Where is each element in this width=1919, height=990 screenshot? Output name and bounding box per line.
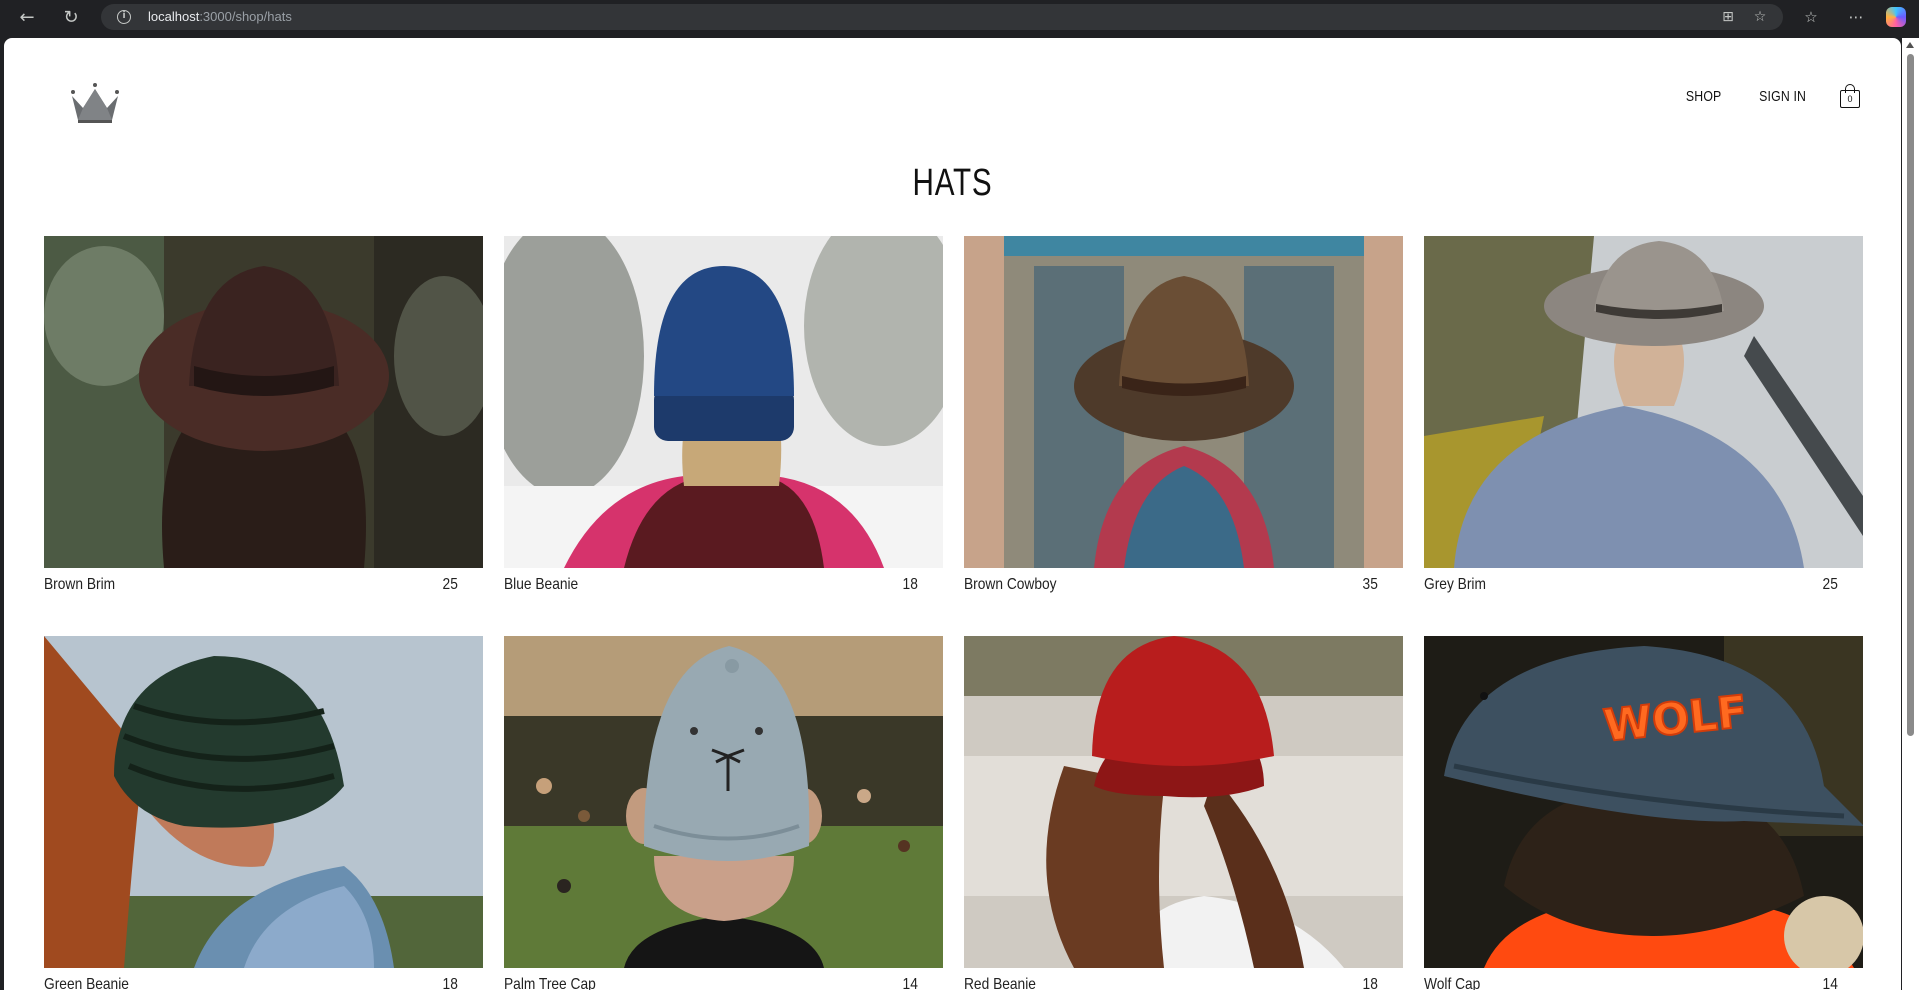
cart-count: 0 <box>1847 94 1853 104</box>
product-image[interactable] <box>504 636 943 968</box>
shopping-bag-icon[interactable]: 0 <box>1839 83 1861 109</box>
product-card[interactable]: Brown Brim 25 <box>44 236 483 616</box>
product-image[interactable] <box>44 636 483 968</box>
product-image[interactable]: WOLF <box>1424 636 1863 968</box>
copilot-icon[interactable] <box>1886 7 1906 27</box>
product-name: Green Beanie <box>44 976 129 990</box>
product-image[interactable] <box>964 236 1403 568</box>
product-name: Red Beanie <box>964 976 1036 990</box>
scroll-up-arrow-icon[interactable] <box>1906 42 1914 48</box>
nav-sign-in-link[interactable]: SIGN IN <box>1759 88 1806 105</box>
reload-icon[interactable]: ↻ <box>58 5 84 29</box>
product-price: 14 <box>902 976 919 990</box>
product-price: 35 <box>1362 576 1379 593</box>
product-price: 14 <box>1822 976 1839 990</box>
product-name: Wolf Cap <box>1424 976 1481 990</box>
product-name: Brown Cowboy <box>964 576 1057 593</box>
product-image[interactable] <box>964 636 1403 968</box>
address-bar[interactable]: i localhost:3000/shop/hats ⊞ ☆ <box>101 4 1783 30</box>
url-text[interactable]: localhost:3000/shop/hats <box>148 9 292 24</box>
product-card[interactable]: Palm Tree Cap 14 <box>504 636 943 990</box>
product-card[interactable]: Brown Cowboy 35 <box>964 236 1403 616</box>
product-name: Grey Brim <box>1424 576 1486 593</box>
app-available-icon[interactable]: ⊞ <box>1719 8 1737 26</box>
page-title: HATS <box>912 162 993 204</box>
product-image[interactable] <box>44 236 483 568</box>
product-image[interactable] <box>1424 236 1863 568</box>
site-info-icon[interactable]: i <box>117 10 131 24</box>
product-price: 18 <box>902 576 919 593</box>
product-card[interactable]: WOLF Wolf Cap 14 <box>1424 636 1863 990</box>
page-viewport: SHOP SIGN IN 0 HATS Brown Brim 25 Blue B… <box>4 38 1901 990</box>
product-card[interactable]: Red Beanie 18 <box>964 636 1403 990</box>
page-scrollbar[interactable] <box>1902 38 1919 990</box>
product-name: Brown Brim <box>44 576 116 593</box>
product-price: 18 <box>1362 976 1379 990</box>
product-grid: Brown Brim 25 Blue Beanie 18 Brown Cowbo… <box>44 236 1864 990</box>
product-card[interactable]: Grey Brim 25 <box>1424 236 1863 616</box>
product-price: 18 <box>442 976 459 990</box>
favorites-icon[interactable]: ☆ <box>1801 7 1821 27</box>
crown-logo-icon[interactable] <box>68 82 122 128</box>
product-card[interactable]: Blue Beanie 18 <box>504 236 943 616</box>
back-arrow-icon[interactable]: ← <box>14 5 40 29</box>
main-nav: SHOP SIGN IN 0 <box>1682 82 1861 110</box>
more-options-icon[interactable]: ⋯ <box>1846 7 1866 27</box>
product-image[interactable] <box>504 236 943 568</box>
product-price: 25 <box>442 576 459 593</box>
star-icon[interactable]: ☆ <box>1751 8 1769 26</box>
product-name: Palm Tree Cap <box>504 976 596 990</box>
product-name: Blue Beanie <box>504 576 579 593</box>
product-price: 25 <box>1822 576 1839 593</box>
scrollbar-thumb[interactable] <box>1907 54 1914 736</box>
product-card[interactable]: Green Beanie 18 <box>44 636 483 990</box>
nav-shop-link[interactable]: SHOP <box>1686 88 1722 105</box>
browser-toolbar: ← ↻ i localhost:3000/shop/hats ⊞ ☆ ☆ ⋯ <box>0 0 1919 34</box>
